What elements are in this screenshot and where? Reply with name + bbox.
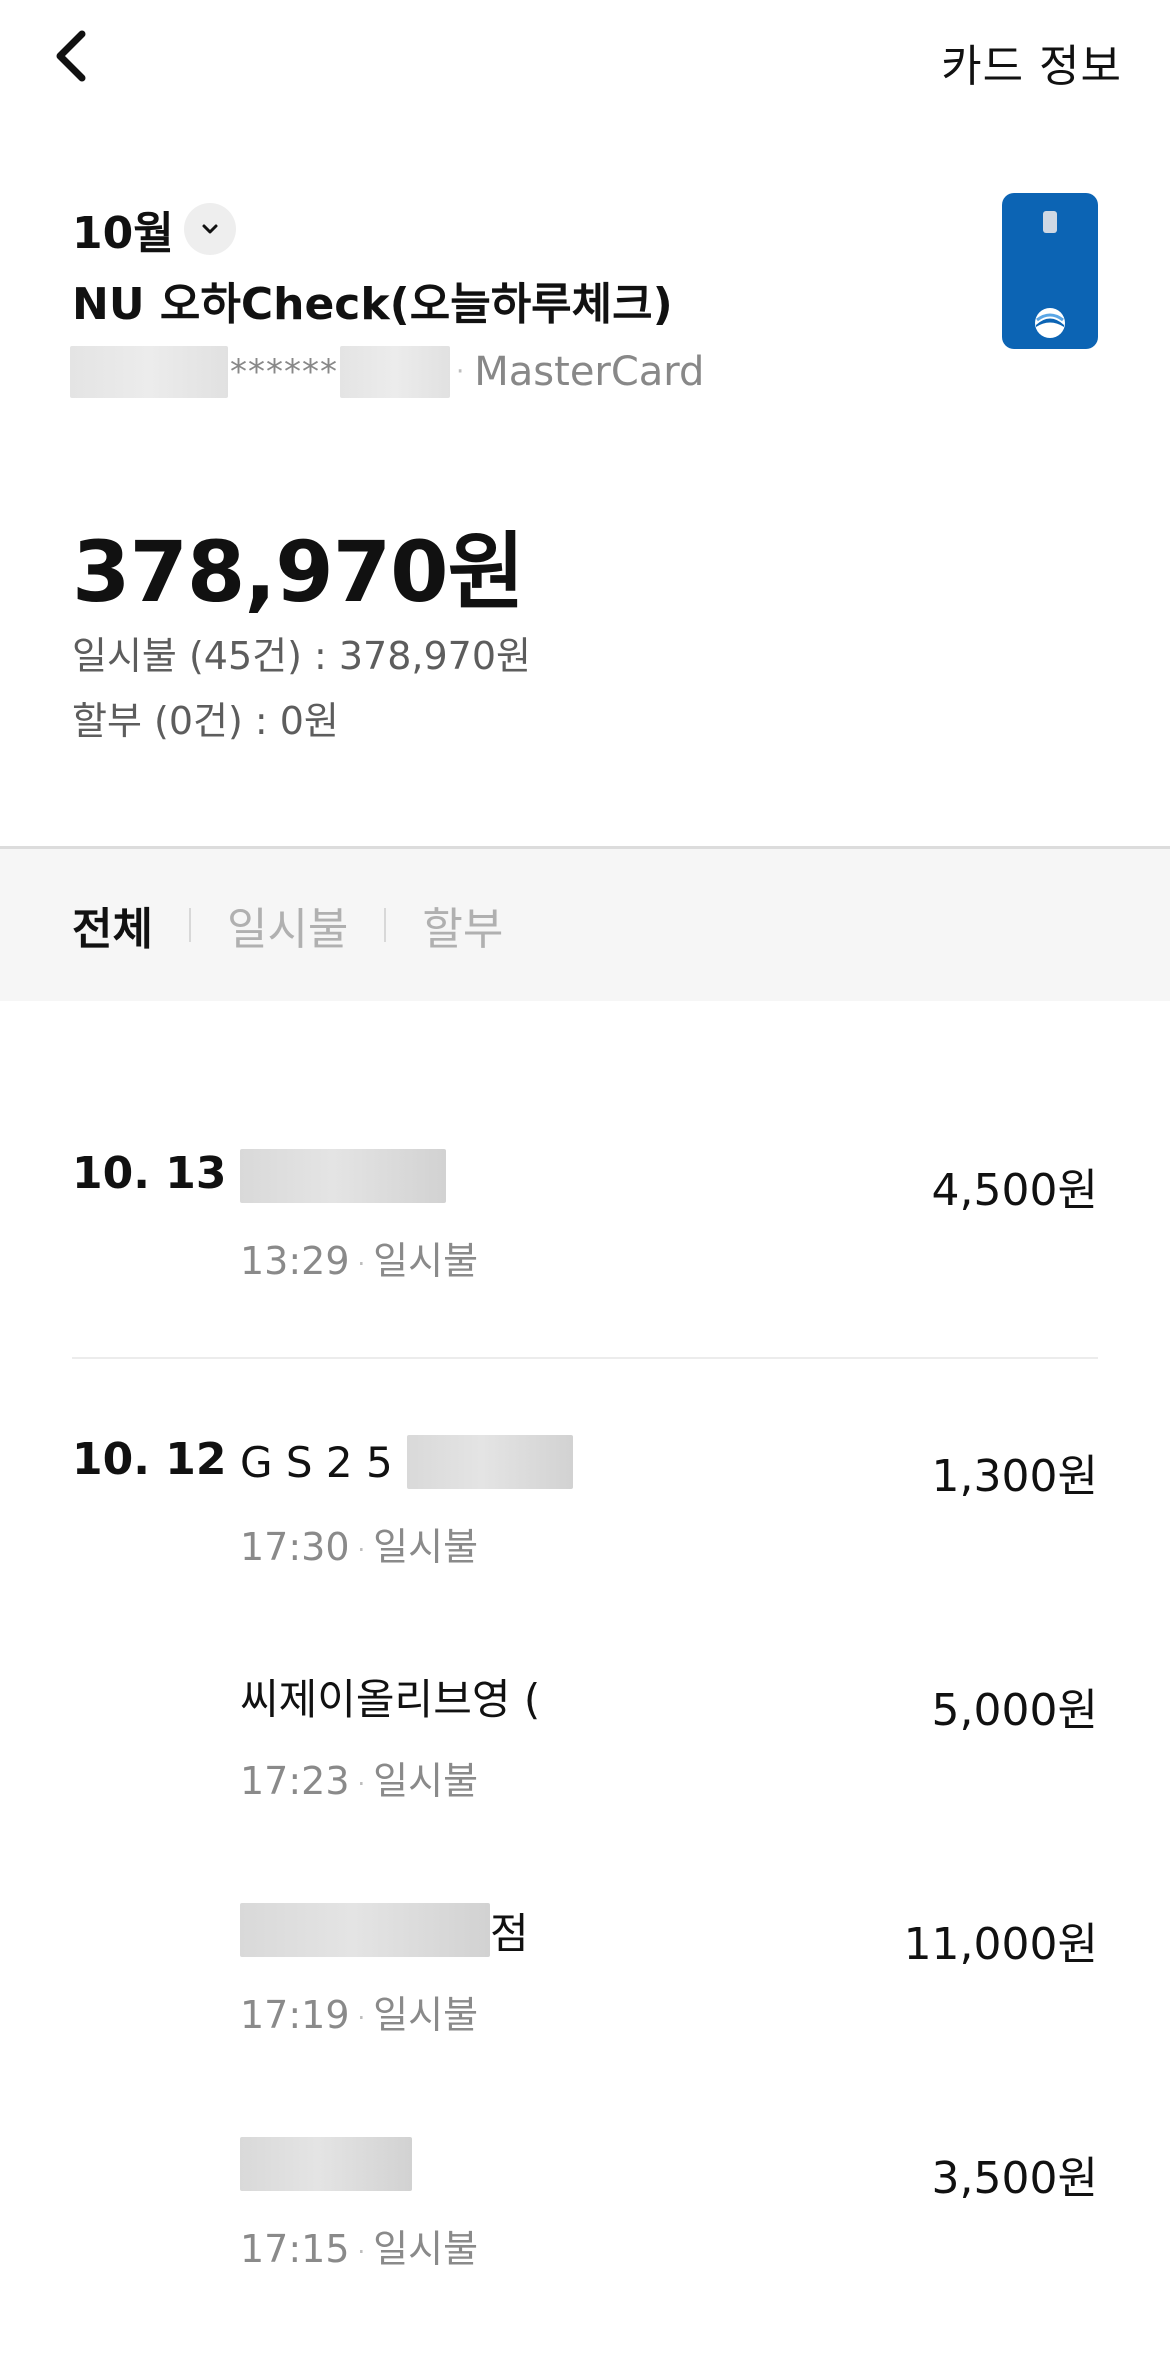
total-amount: 378,970원 xyxy=(72,523,525,621)
card-brand: MasterCard xyxy=(474,349,705,395)
transaction-amount: 3,500원 xyxy=(931,2153,1098,2204)
transaction-meta: 17:19 · 일시불 xyxy=(240,1993,479,2037)
merchant-name: 씨제이올리브영 ( xyxy=(240,1674,541,1724)
chevron-down-icon xyxy=(202,224,218,234)
row-divider xyxy=(72,1357,1098,1359)
masked-number-block xyxy=(70,346,228,398)
transaction-row[interactable]: 10. 12 G S 2 5 17:30 · 일시불 1,300원 xyxy=(0,1434,1170,1574)
tab-all[interactable]: 전체 xyxy=(72,893,153,957)
transaction-time: 17:15 xyxy=(240,2227,350,2271)
transaction-amount: 11,000원 xyxy=(903,1919,1098,1970)
masked-number-block xyxy=(340,346,450,398)
installment-summary: 할부 (0건) : 0원 xyxy=(72,699,339,743)
transaction-amount: 4,500원 xyxy=(931,1165,1098,1216)
merchant-redacted xyxy=(240,1149,446,1203)
transaction-amount: 1,300원 xyxy=(931,1451,1098,1502)
transaction-merchant: 점 xyxy=(240,1902,529,1958)
transaction-merchant xyxy=(240,2136,412,2192)
filter-tabs: 전체 일시불 할부 xyxy=(0,849,1170,1001)
transaction-meta: 17:30 · 일시불 xyxy=(240,1525,479,1569)
merchant-name: 점 xyxy=(490,1908,529,1958)
tab-installment[interactable]: 할부 xyxy=(422,893,503,957)
transaction-meta: 17:23 · 일시불 xyxy=(240,1759,479,1803)
tab-separator xyxy=(384,908,387,942)
tab-separator xyxy=(188,908,191,942)
card-number: ****** · MasterCard xyxy=(70,340,1102,404)
transaction-row[interactable]: 씨제이올리브영 ( 17:23 · 일시불 5,000원 xyxy=(0,1668,1170,1808)
card-logo-icon xyxy=(1035,308,1065,338)
transaction-row[interactable]: 점 17:19 · 일시불 11,000원 xyxy=(0,1902,1170,2042)
transaction-type: 일시불 xyxy=(373,1993,479,2037)
merchant-redacted xyxy=(240,2137,412,2191)
transaction-amount: 5,000원 xyxy=(931,1685,1098,1736)
top-bar: 카드 정보 xyxy=(0,0,1170,120)
transaction-type: 일시불 xyxy=(373,1525,479,1569)
back-button[interactable] xyxy=(48,28,96,84)
month-selector[interactable]: 10월 xyxy=(72,190,1102,268)
transaction-row[interactable]: 10. 13 13:29 · 일시불 4,500원 xyxy=(0,1148,1170,1288)
transaction-merchant xyxy=(240,1148,446,1204)
card-header: 10월 NU 오하Check(오늘하루체크) ****** · MasterCa… xyxy=(70,190,1102,404)
transaction-type: 일시불 xyxy=(373,2227,479,2271)
transaction-date: 10. 12 xyxy=(72,1434,227,1485)
transaction-meta: 13:29 · 일시불 xyxy=(240,1239,479,1283)
merchant-name: G S 2 5 xyxy=(240,1437,393,1487)
transaction-time: 13:29 xyxy=(240,1239,350,1283)
transaction-date: 10. 13 xyxy=(72,1148,227,1199)
chevron-left-icon xyxy=(56,30,86,82)
transaction-type: 일시불 xyxy=(373,1239,479,1283)
transaction-time: 17:30 xyxy=(240,1525,350,1569)
card-image[interactable] xyxy=(1002,193,1098,349)
transaction-meta: 17:15 · 일시불 xyxy=(240,2227,479,2271)
merchant-redacted xyxy=(406,1435,573,1489)
transaction-time: 17:23 xyxy=(240,1759,350,1803)
transaction-time: 17:19 xyxy=(240,1993,350,2037)
transaction-merchant: G S 2 5 xyxy=(240,1434,573,1490)
merchant-redacted xyxy=(240,1903,490,1957)
card-number-stars: ****** xyxy=(230,352,338,392)
transaction-row[interactable]: 17:15 · 일시불 3,500원 xyxy=(0,2136,1170,2276)
transaction-merchant: 씨제이올리브영 ( xyxy=(240,1668,540,1724)
month-label: 10월 xyxy=(72,208,174,259)
tab-lump-sum[interactable]: 일시불 xyxy=(227,893,348,957)
month-dropdown-button[interactable] xyxy=(183,203,236,255)
card-name: NU 오하Check(오늘하루체크) xyxy=(72,279,673,330)
card-chip xyxy=(1043,211,1057,233)
separator-dot: · xyxy=(456,357,465,387)
transaction-type: 일시불 xyxy=(373,1759,479,1803)
lump-sum-summary: 일시불 (45건) : 378,970원 xyxy=(72,634,531,678)
card-info-button[interactable]: 카드 정보 xyxy=(941,30,1122,94)
